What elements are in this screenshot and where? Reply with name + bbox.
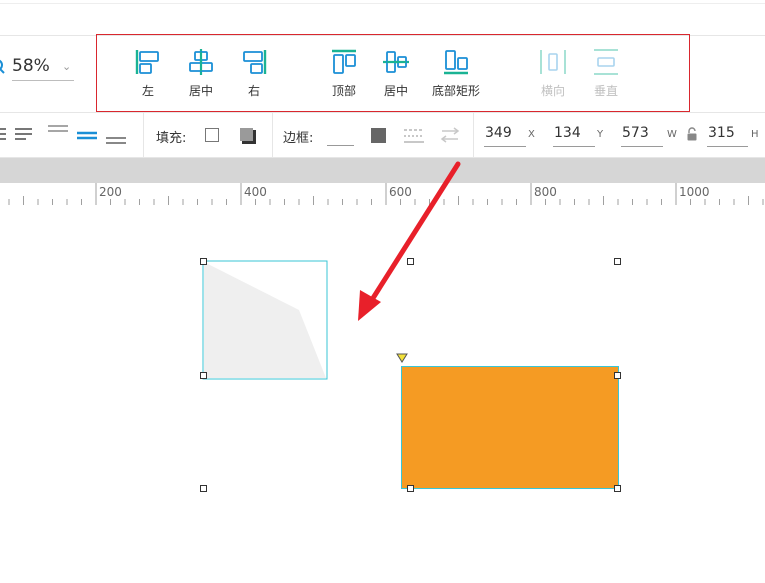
ruler-label-800: 800	[534, 185, 557, 199]
width-input-underline	[621, 146, 663, 147]
align-center-horizontal-icon	[189, 49, 213, 75]
separator	[473, 113, 474, 157]
align-left-label: 左	[141, 84, 154, 98]
align-left-button[interactable]: 左	[118, 48, 178, 99]
align-top-button[interactable]: 顶部	[314, 48, 374, 99]
width-unit-label: W	[667, 129, 677, 140]
line-style-active-icon[interactable]	[77, 131, 97, 140]
selection-handle[interactable]	[614, 258, 621, 265]
line-style-thick-icon[interactable]	[106, 137, 126, 144]
zoom-magnifier-icon	[0, 59, 5, 74]
align-text-left-icon[interactable]	[15, 128, 32, 140]
line-style-thin-icon[interactable]	[48, 125, 68, 132]
fill-label: 填充:	[156, 131, 187, 146]
align-right-label: 右	[247, 84, 260, 98]
align-center-v-button[interactable]: 居中	[366, 48, 426, 99]
arrow-style-icon[interactable]	[440, 126, 460, 144]
width-input[interactable]: 573	[622, 125, 649, 141]
x-unit-label: X	[528, 129, 535, 140]
align-text-justify-icon[interactable]	[0, 128, 6, 140]
align-top-icon	[332, 49, 356, 74]
fill-color-swatch[interactable]	[205, 128, 219, 142]
distribute-horizontal-button[interactable]: 横向	[523, 48, 583, 99]
border-color-swatch[interactable]	[371, 128, 386, 143]
separator	[272, 113, 273, 157]
border-width-field[interactable]	[327, 145, 354, 146]
separator	[143, 113, 144, 157]
zoom-underline	[12, 80, 74, 81]
align-center-v-label: 居中	[383, 84, 408, 98]
ruler-label-1000: 1000	[679, 185, 710, 199]
lock-aspect-icon[interactable]	[686, 127, 698, 142]
selection-handle[interactable]	[614, 372, 621, 379]
border-dash-icon[interactable]	[403, 127, 425, 145]
shadow-icon[interactable]	[240, 128, 256, 144]
zoom-value: 58%	[12, 56, 50, 76]
distribute-horizontal-label: 横向	[540, 84, 565, 98]
y-unit-label: Y	[597, 129, 604, 140]
align-center-vertical-icon	[383, 51, 409, 73]
height-input-underline	[707, 146, 748, 147]
align-right-icon	[243, 50, 267, 74]
selection-handle[interactable]	[200, 258, 207, 265]
title-strip	[0, 0, 765, 36]
align-bottom-button[interactable]: 底部矩形	[426, 48, 486, 99]
align-center-h-label: 居中	[188, 84, 213, 98]
selection-handle[interactable]	[407, 485, 414, 492]
ruler-label-400: 400	[244, 185, 267, 199]
selection-handle[interactable]	[200, 485, 207, 492]
height-unit-label: H	[751, 129, 759, 140]
x-input[interactable]: 349	[485, 125, 512, 141]
annotation-arrow	[358, 161, 461, 321]
origin-marker-icon	[396, 353, 408, 363]
align-center-h-button[interactable]: 居中	[171, 48, 231, 99]
border-label: 边框:	[283, 131, 314, 146]
align-left-icon	[135, 50, 159, 74]
distribute-horizontal-icon	[540, 50, 566, 74]
distribute-vertical-label: 垂直	[593, 84, 618, 98]
height-input[interactable]: 315	[708, 125, 735, 141]
align-bottom-label: 底部矩形	[431, 84, 480, 98]
distribute-vertical-button[interactable]: 垂直	[576, 48, 636, 99]
align-bottom-icon	[444, 50, 468, 75]
text-align-group	[0, 125, 126, 144]
selection-handle[interactable]	[200, 372, 207, 379]
chevron-down-icon[interactable]: ⌄	[62, 60, 71, 73]
selection-handle[interactable]	[614, 485, 621, 492]
align-right-button[interactable]: 右	[224, 48, 284, 99]
x-input-underline	[484, 146, 526, 147]
y-input-underline	[553, 146, 595, 147]
align-top-label: 顶部	[331, 84, 356, 98]
distribute-vertical-icon	[594, 49, 618, 75]
zoom-control[interactable]: 58% ⌄	[0, 52, 80, 82]
y-input[interactable]: 134	[554, 125, 581, 141]
orange-rectangle[interactable]	[401, 366, 619, 489]
ruler-label-200: 200	[99, 185, 122, 199]
gray-polygon-shape[interactable]	[200, 258, 330, 382]
